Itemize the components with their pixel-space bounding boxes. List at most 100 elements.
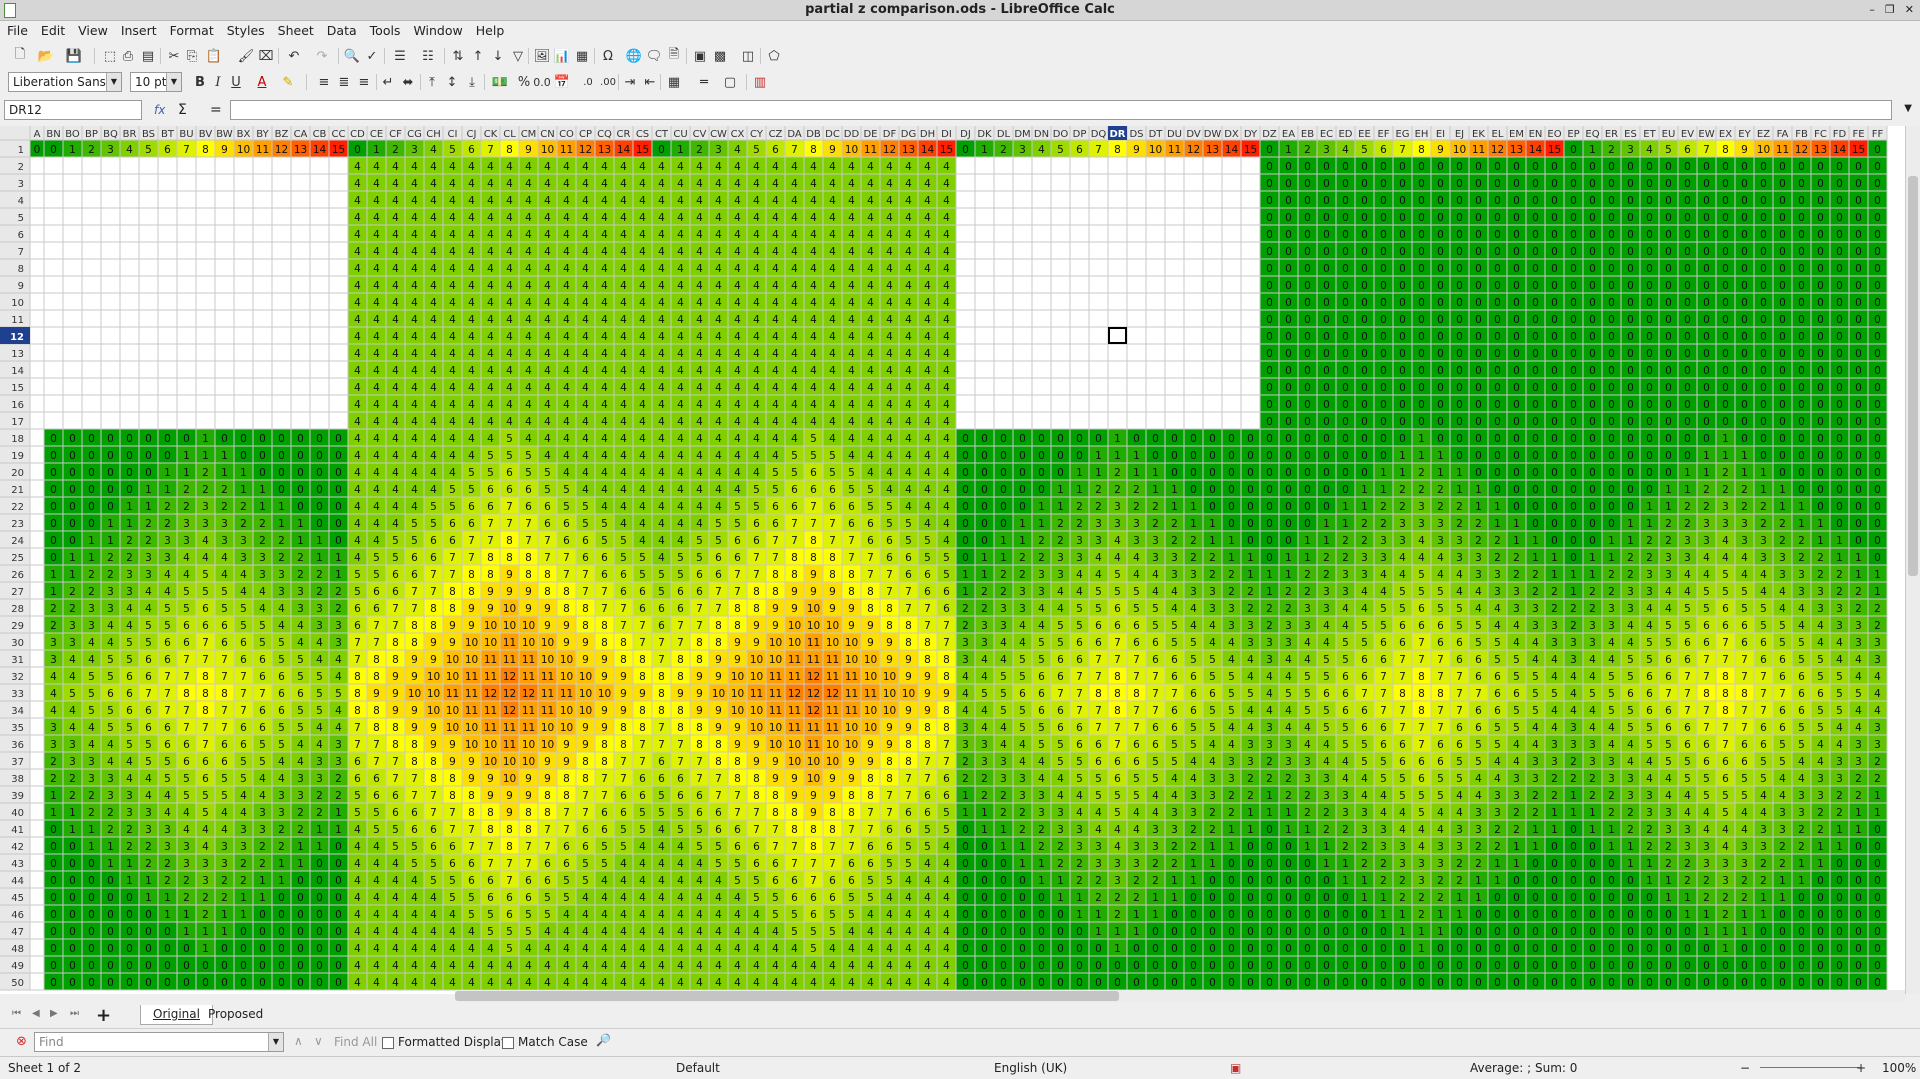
menu-view[interactable]: View bbox=[71, 21, 114, 38]
column-header[interactable]: CM bbox=[521, 129, 537, 140]
cut-icon[interactable]: ✂ bbox=[164, 46, 184, 66]
align-right-icon[interactable]: ≡ bbox=[354, 72, 374, 92]
column-header[interactable]: DX bbox=[1224, 129, 1239, 140]
column-header[interactable]: ER bbox=[1605, 129, 1618, 140]
borders-icon[interactable]: ▦ bbox=[664, 72, 684, 92]
bold-icon[interactable]: B bbox=[190, 72, 210, 92]
delete-decimal-icon[interactable]: .00 bbox=[598, 72, 618, 92]
menu-file[interactable]: File bbox=[0, 21, 34, 38]
conditional-format-icon[interactable]: ▥ bbox=[750, 72, 770, 92]
menu-tools[interactable]: Tools bbox=[363, 21, 407, 38]
menu-window[interactable]: Window bbox=[406, 21, 468, 38]
column-header[interactable]: BO bbox=[65, 129, 80, 140]
menu-data[interactable]: Data bbox=[320, 21, 363, 38]
column-header[interactable]: CH bbox=[426, 129, 441, 140]
merge-cells-icon[interactable]: ⬌ bbox=[398, 72, 418, 92]
menu-format[interactable]: Format bbox=[163, 21, 220, 38]
column-header[interactable]: BT bbox=[161, 129, 175, 140]
column-header[interactable]: CC bbox=[332, 129, 346, 140]
column-header[interactable]: EO bbox=[1547, 129, 1561, 140]
column-header[interactable]: CT bbox=[655, 129, 669, 140]
column-header[interactable]: BR bbox=[123, 129, 137, 140]
column-header[interactable]: DI bbox=[941, 129, 952, 140]
column-header[interactable]: BZ bbox=[275, 129, 289, 140]
column-header[interactable]: EM bbox=[1509, 129, 1524, 140]
row-header[interactable]: 20 bbox=[11, 468, 24, 479]
clone-formatting-icon[interactable]: 🖌 bbox=[236, 46, 256, 66]
menu-help[interactable]: Help bbox=[469, 21, 511, 38]
row-header[interactable]: 40 bbox=[11, 808, 24, 819]
add-decimal-icon[interactable]: .0 bbox=[578, 72, 598, 92]
column-header[interactable]: CY bbox=[750, 129, 764, 140]
input-line[interactable] bbox=[230, 100, 1892, 120]
row-header[interactable]: 33 bbox=[11, 689, 24, 700]
column-header[interactable]: CW bbox=[710, 129, 727, 140]
column-header[interactable]: FF bbox=[1872, 129, 1884, 140]
column-header[interactable]: BQ bbox=[103, 129, 118, 140]
column-header[interactable]: EH bbox=[1415, 129, 1429, 140]
row-header[interactable]: 10 bbox=[11, 298, 24, 309]
column-header[interactable]: ET bbox=[1643, 129, 1656, 140]
column-header[interactable]: DA bbox=[787, 129, 802, 140]
column-header[interactable]: BW bbox=[216, 129, 233, 140]
column-header[interactable]: BX bbox=[237, 129, 251, 140]
comment-icon[interactable]: 🗨 bbox=[644, 46, 664, 66]
row-header[interactable]: 37 bbox=[11, 757, 24, 768]
column-header[interactable]: CE bbox=[370, 129, 383, 140]
column-header[interactable]: EF bbox=[1377, 129, 1389, 140]
row-header[interactable]: 26 bbox=[11, 570, 24, 581]
column-header[interactable]: EK bbox=[1472, 129, 1485, 140]
row-header[interactable]: 36 bbox=[11, 740, 24, 751]
row-header[interactable]: 15 bbox=[11, 383, 24, 394]
row-header[interactable]: 17 bbox=[11, 417, 24, 428]
cell-grid[interactable]: ABNBOBPBQBRBSBTBUBVBWBXBYBZCACBCCCDCECFC… bbox=[0, 126, 1904, 994]
column-header[interactable]: CQ bbox=[597, 129, 612, 140]
column-header[interactable]: FC bbox=[1814, 129, 1827, 140]
column-header[interactable]: DD bbox=[844, 129, 860, 140]
center-vertically-icon[interactable]: ↕ bbox=[442, 72, 462, 92]
column-header[interactable]: CU bbox=[673, 129, 687, 140]
new-document-icon[interactable]: 🗋 bbox=[10, 46, 30, 66]
sort-icon[interactable]: ⇅ bbox=[448, 46, 468, 66]
row-header[interactable]: 22 bbox=[11, 502, 24, 513]
column-header[interactable]: CF bbox=[389, 129, 402, 140]
row-header[interactable]: 45 bbox=[11, 893, 24, 904]
insert-chart-icon[interactable]: 📊 bbox=[552, 46, 572, 66]
sort-descending-icon[interactable]: ↓ bbox=[488, 46, 508, 66]
underline-icon[interactable]: U bbox=[226, 72, 246, 92]
column-header[interactable]: CK bbox=[484, 129, 498, 140]
align-top-icon[interactable]: ⤒ bbox=[422, 72, 442, 92]
column-header[interactable]: EN bbox=[1529, 129, 1543, 140]
row-header[interactable]: 1 bbox=[18, 145, 24, 156]
column-header[interactable]: DY bbox=[1244, 129, 1258, 140]
sum-icon[interactable]: Σ bbox=[178, 102, 187, 118]
hyperlink-icon[interactable]: 🌐 bbox=[624, 46, 644, 66]
column-header[interactable]: EL bbox=[1492, 129, 1504, 140]
column-header[interactable]: CB bbox=[313, 129, 327, 140]
column-header[interactable]: EX bbox=[1719, 129, 1732, 140]
column-header[interactable]: DV bbox=[1186, 129, 1201, 140]
column-header[interactable]: CV bbox=[693, 129, 707, 140]
row-header[interactable]: 39 bbox=[11, 791, 24, 802]
column-header[interactable]: DQ bbox=[1091, 129, 1107, 140]
column-header[interactable]: DK bbox=[977, 129, 992, 140]
column-header[interactable]: DU bbox=[1167, 129, 1182, 140]
row-header[interactable]: 23 bbox=[11, 519, 24, 530]
formula-icon[interactable]: = bbox=[210, 102, 222, 118]
column-header[interactable]: ED bbox=[1338, 129, 1352, 140]
column-header[interactable]: DR bbox=[1109, 129, 1125, 140]
italic-icon[interactable]: I bbox=[208, 72, 228, 92]
expand-formula-bar-icon[interactable]: ▼ bbox=[1904, 103, 1912, 114]
wrap-text-icon[interactable]: ↵ bbox=[378, 72, 398, 92]
clear-formatting-icon[interactable]: ⌧ bbox=[256, 46, 276, 66]
column-header[interactable]: FA bbox=[1777, 129, 1789, 140]
font-color-icon[interactable]: A bbox=[252, 72, 272, 92]
column-header[interactable]: DP bbox=[1073, 129, 1087, 140]
font-size-box[interactable]: 10 pt ▼ bbox=[130, 72, 182, 92]
row-header[interactable]: 41 bbox=[11, 825, 24, 836]
column-header[interactable]: DN bbox=[1034, 129, 1049, 140]
row-header[interactable]: 21 bbox=[11, 485, 24, 496]
column-header[interactable]: DH bbox=[920, 129, 935, 140]
column-header[interactable]: FE bbox=[1852, 129, 1864, 140]
row-header[interactable]: 8 bbox=[18, 264, 24, 275]
